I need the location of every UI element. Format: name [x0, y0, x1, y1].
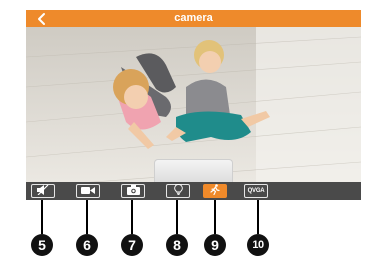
phone-screen: camera QVGA — [26, 10, 361, 200]
callout-badge-9: 9 — [204, 234, 226, 256]
video-camera-icon — [81, 182, 95, 200]
running-person-icon — [210, 182, 220, 200]
callout-line-6 — [86, 200, 88, 234]
drag-handle[interactable] — [154, 159, 233, 182]
speaker-muted-icon — [36, 182, 50, 200]
page-title: camera — [174, 12, 213, 24]
record-button[interactable] — [76, 184, 100, 198]
camera-icon — [126, 182, 140, 200]
snapshot-button[interactable] — [121, 184, 145, 198]
callout-line-5 — [41, 200, 43, 234]
callout-line-8 — [176, 200, 178, 234]
mute-button[interactable] — [31, 184, 55, 198]
callout-line-10 — [257, 200, 259, 234]
motion-button[interactable] — [203, 184, 227, 198]
callout-line-7 — [131, 200, 133, 234]
lightbulb-icon — [173, 182, 183, 200]
qvga-icon: QVGA — [247, 188, 265, 194]
light-button[interactable] — [166, 184, 190, 198]
callout-badge-5: 5 — [31, 234, 53, 256]
callout-badge-8: 8 — [166, 234, 188, 256]
resolution-button[interactable]: QVGA — [244, 184, 268, 198]
callout-badge-6: 6 — [76, 234, 98, 256]
control-toolbar: QVGA — [26, 182, 361, 200]
callout-line-9 — [214, 200, 216, 234]
callout-badge-7: 7 — [121, 234, 143, 256]
callout-badge-10: 10 — [247, 234, 269, 256]
header-bar: camera — [26, 10, 361, 27]
